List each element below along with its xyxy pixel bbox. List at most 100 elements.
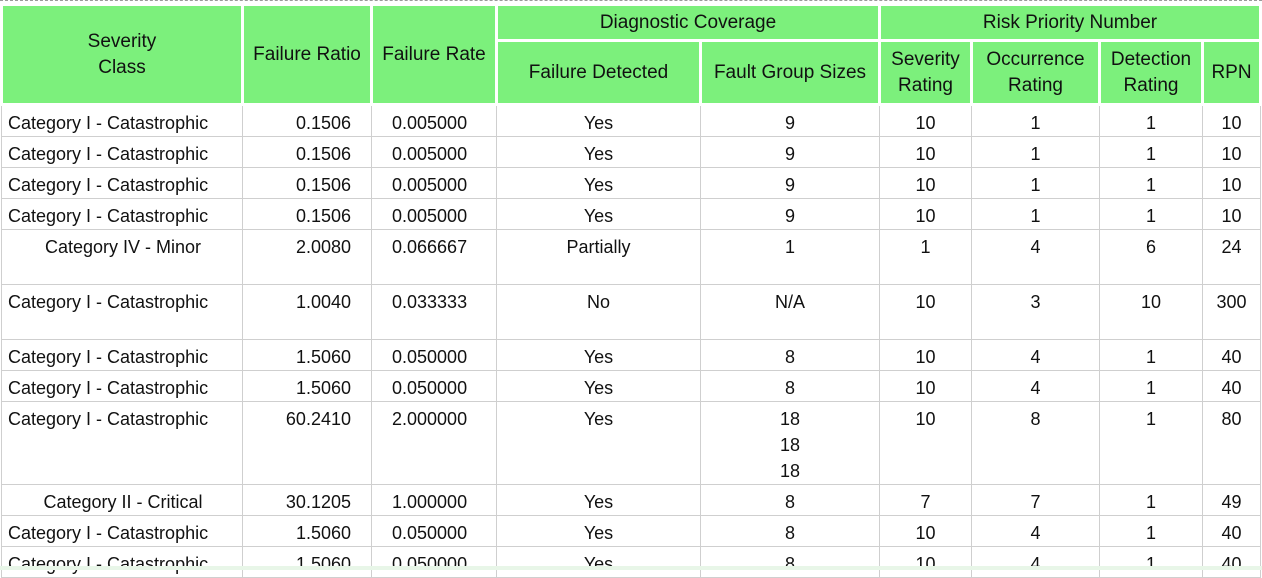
- cell-rpn[interactable]: 10: [1201, 136, 1262, 168]
- cell-failure-rate[interactable]: 0.005000: [371, 198, 497, 230]
- cell-detection-rating[interactable]: 1: [1099, 484, 1203, 516]
- cell-fault-group-sizes[interactable]: 8: [700, 546, 880, 578]
- cell-severity-rating[interactable]: 10: [879, 136, 972, 168]
- cell-rpn[interactable]: 80: [1201, 401, 1262, 485]
- cell-failure-rate[interactable]: 1.000000: [371, 484, 497, 516]
- header-fault-group-sizes[interactable]: Fault Group Sizes: [699, 39, 881, 106]
- cell-fault-group-sizes[interactable]: 8: [700, 484, 880, 516]
- cell-occurrence-rating[interactable]: 4: [971, 339, 1100, 371]
- cell-detection-rating[interactable]: 6: [1099, 229, 1203, 285]
- cell-failure-detected[interactable]: Yes: [496, 339, 701, 371]
- cell-detection-rating[interactable]: 1: [1099, 167, 1203, 199]
- cell-fault-group-sizes[interactable]: N/A: [700, 284, 880, 340]
- table-row[interactable]: Category I - Catastrophic 1.0040 0.033333 N…: [1, 284, 1262, 340]
- cell-failure-detected[interactable]: Yes: [496, 401, 701, 485]
- header-failure-ratio[interactable]: Failure Ratio: [241, 3, 373, 106]
- cell-detection-rating[interactable]: 1: [1099, 136, 1203, 168]
- cell-detection-rating[interactable]: 1: [1099, 104, 1203, 137]
- cell-failure-ratio[interactable]: 30.1205: [242, 484, 372, 516]
- cell-occurrence-rating[interactable]: 4: [971, 515, 1100, 547]
- cell-rpn[interactable]: 300: [1201, 284, 1262, 340]
- cell-failure-rate[interactable]: 0.050000: [371, 370, 497, 402]
- cell-failure-rate[interactable]: 0.050000: [371, 339, 497, 371]
- cell-severity-rating[interactable]: 10: [879, 284, 972, 340]
- cell-failure-ratio[interactable]: 0.1506: [242, 198, 372, 230]
- cell-rpn[interactable]: 40: [1201, 370, 1262, 402]
- cell-rpn[interactable]: 10: [1201, 167, 1262, 199]
- cell-detection-rating[interactable]: 1: [1099, 401, 1203, 485]
- cell-severity-rating[interactable]: 10: [879, 401, 972, 485]
- cell-failure-rate[interactable]: 0.066667: [371, 229, 497, 285]
- cell-rpn[interactable]: 40: [1201, 339, 1262, 371]
- table-row[interactable]: Category IV - Minor 2.0080 0.066667 Partial…: [1, 229, 1262, 285]
- cell-failure-rate[interactable]: 0.005000: [371, 136, 497, 168]
- cell-failure-rate[interactable]: 0.005000: [371, 167, 497, 199]
- cell-detection-rating[interactable]: 1: [1099, 546, 1203, 578]
- cell-failure-detected[interactable]: Yes: [496, 370, 701, 402]
- cell-occurrence-rating[interactable]: 1: [971, 198, 1100, 230]
- cell-detection-rating[interactable]: 1: [1099, 370, 1203, 402]
- cell-occurrence-rating[interactable]: 7: [971, 484, 1100, 516]
- cell-failure-ratio[interactable]: 0.1506: [242, 167, 372, 199]
- cell-rpn[interactable]: 49: [1201, 484, 1262, 516]
- cell-failure-detected[interactable]: No: [496, 284, 701, 340]
- cell-occurrence-rating[interactable]: 1: [971, 136, 1100, 168]
- cell-failure-detected[interactable]: Yes: [496, 515, 701, 547]
- cell-rpn[interactable]: 40: [1201, 515, 1262, 547]
- cell-occurrence-rating[interactable]: 8: [971, 401, 1100, 485]
- cell-severity-class[interactable]: Category I - Catastrophic: [1, 339, 243, 371]
- cell-severity-rating[interactable]: 10: [879, 104, 972, 137]
- table-row[interactable]: Category I - Catastrophic 0.1506 0.005000 Y…: [1, 198, 1262, 230]
- cell-fault-group-sizes[interactable]: 9: [700, 136, 880, 168]
- cell-fault-group-sizes[interactable]: 9: [700, 198, 880, 230]
- cell-detection-rating[interactable]: 1: [1099, 515, 1203, 547]
- header-failure-detected[interactable]: Failure Detected: [495, 39, 702, 106]
- table-row[interactable]: Category I - Catastrophic 0.1506 0.005000 Y…: [1, 136, 1262, 168]
- cell-failure-detected[interactable]: Yes: [496, 167, 701, 199]
- cell-severity-rating[interactable]: 10: [879, 370, 972, 402]
- cell-occurrence-rating[interactable]: 1: [971, 167, 1100, 199]
- cell-fault-group-sizes[interactable]: 1: [700, 229, 880, 285]
- cell-detection-rating[interactable]: 1: [1099, 339, 1203, 371]
- cell-severity-class[interactable]: Category I - Catastrophic: [1, 198, 243, 230]
- table-row[interactable]: Category II - Critical 30.1205 1.000000 Yes…: [1, 484, 1262, 516]
- cell-fault-group-sizes[interactable]: 18 18 18: [700, 401, 880, 485]
- cell-failure-detected[interactable]: Yes: [496, 546, 701, 578]
- cell-severity-class[interactable]: Category II - Critical: [1, 484, 243, 516]
- cell-fault-group-sizes[interactable]: 8: [700, 339, 880, 371]
- header-severity-rating[interactable]: Severity Rating: [878, 39, 973, 106]
- cell-severity-class[interactable]: Category I - Catastrophic: [1, 515, 243, 547]
- cell-fault-group-sizes[interactable]: 8: [700, 515, 880, 547]
- cell-failure-rate[interactable]: 0.050000: [371, 515, 497, 547]
- cell-failure-ratio[interactable]: 0.1506: [242, 136, 372, 168]
- cell-failure-ratio[interactable]: 1.5060: [242, 546, 372, 578]
- table-row[interactable]: Category I - Catastrophic 0.1506 0.005000 Y…: [1, 167, 1262, 199]
- cell-severity-rating[interactable]: 10: [879, 515, 972, 547]
- cell-failure-detected[interactable]: Yes: [496, 484, 701, 516]
- cell-occurrence-rating[interactable]: 4: [971, 229, 1100, 285]
- header-failure-rate[interactable]: Failure Rate: [370, 3, 498, 106]
- cell-failure-ratio[interactable]: 2.0080: [242, 229, 372, 285]
- cell-severity-rating[interactable]: 1: [879, 229, 972, 285]
- cell-severity-class[interactable]: Category I - Catastrophic: [1, 167, 243, 199]
- cell-severity-class[interactable]: Category I - Catastrophic: [1, 401, 243, 485]
- table-row[interactable]: Category I - Catastrophic 60.2410 2.000000…: [1, 401, 1262, 485]
- header-rpn[interactable]: RPN: [1200, 39, 1262, 106]
- cell-failure-detected[interactable]: Yes: [496, 198, 701, 230]
- cell-severity-rating[interactable]: 7: [879, 484, 972, 516]
- header-occurrence-rating[interactable]: Occurrence Rating: [970, 39, 1101, 106]
- cell-severity-rating[interactable]: 10: [879, 546, 972, 578]
- table-row[interactable]: Category I - Catastrophic 0.1506 0.005000 Y…: [1, 104, 1262, 137]
- table-row[interactable]: Category I - Catastrophic 1.5060 0.050000 Y…: [1, 339, 1262, 371]
- cell-occurrence-rating[interactable]: 3: [971, 284, 1100, 340]
- cell-severity-class[interactable]: Category I - Catastrophic: [1, 136, 243, 168]
- cell-failure-ratio[interactable]: 1.0040: [242, 284, 372, 340]
- cell-rpn[interactable]: 24: [1201, 229, 1262, 285]
- cell-failure-ratio[interactable]: 1.5060: [242, 339, 372, 371]
- cell-failure-rate[interactable]: 0.033333: [371, 284, 497, 340]
- cell-fault-group-sizes[interactable]: 9: [700, 167, 880, 199]
- header-detection-rating[interactable]: Detection Rating: [1098, 39, 1204, 106]
- cell-failure-ratio[interactable]: 60.2410: [242, 401, 372, 485]
- cell-rpn[interactable]: 10: [1201, 104, 1262, 137]
- cell-fault-group-sizes[interactable]: 8: [700, 370, 880, 402]
